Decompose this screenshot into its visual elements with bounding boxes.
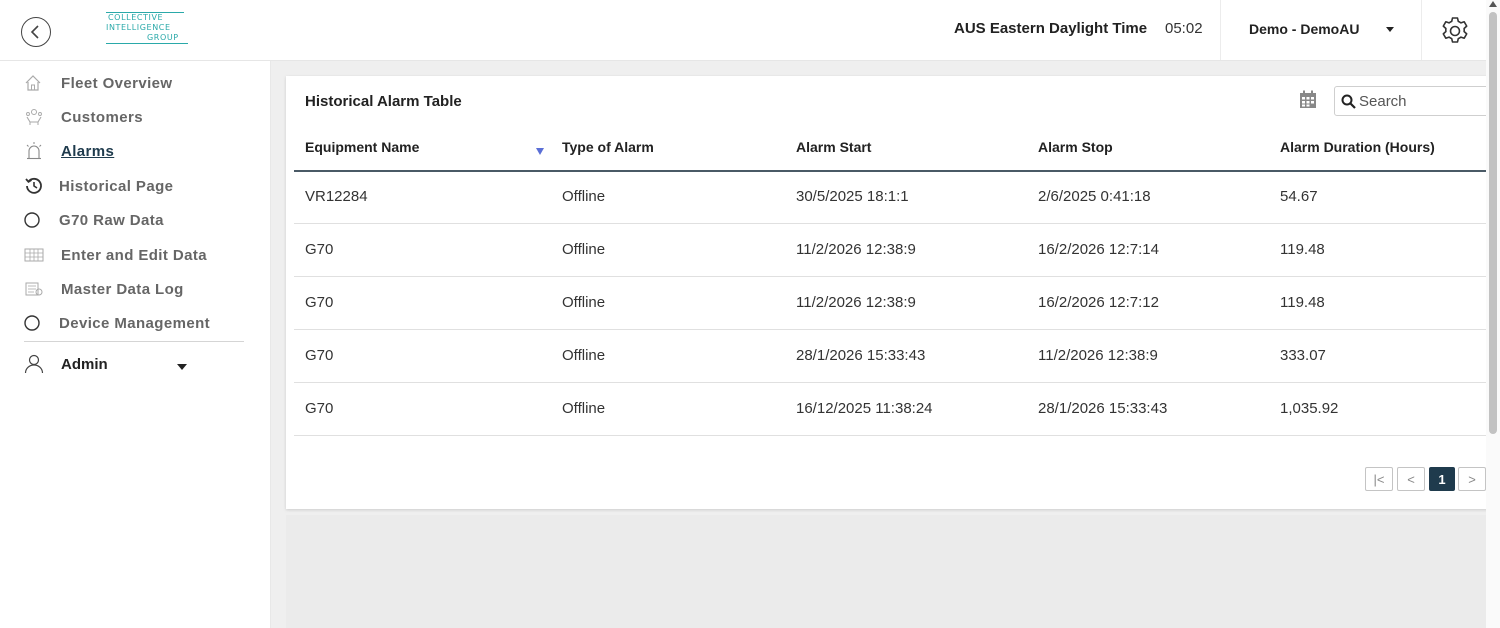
column-header-alarm-duration[interactable]: Alarm Duration (Hours) (1280, 139, 1435, 155)
header-divider (1421, 0, 1422, 60)
home-icon (24, 73, 46, 93)
sidebar-item-label: Master Data Log (61, 280, 184, 298)
cell-equipment-name: G70 (305, 347, 334, 364)
caret-down-icon[interactable] (177, 364, 187, 370)
top-header: COLLECTIVE INTELLIGENCE GROUP AUS Easter… (0, 0, 1500, 61)
cell-alarm-stop: 28/1/2026 15:33:43 (1038, 400, 1168, 417)
gear-icon[interactable] (1439, 15, 1471, 47)
company-logo[interactable]: COLLECTIVE INTELLIGENCE GROUP (106, 12, 190, 52)
sidebar-item-label: G70 Raw Data (59, 211, 164, 229)
calendar-icon[interactable] (1299, 90, 1317, 109)
user-icon (24, 354, 46, 374)
sidebar: Fleet Overview Customers Alarms Historic… (0, 61, 271, 628)
customers-icon (24, 107, 46, 127)
cell-equipment-name: G70 (305, 294, 334, 311)
table-row[interactable]: G70 Offline 11/2/2026 12:38:9 16/2/2026 … (294, 277, 1496, 330)
caret-down-icon[interactable] (1386, 27, 1394, 32)
table-row[interactable]: G70 Offline 16/12/2025 11:38:24 28/1/202… (294, 383, 1496, 436)
cell-alarm-stop: 2/6/2025 0:41:18 (1038, 188, 1151, 205)
cell-alarm-duration: 119.48 (1280, 294, 1325, 311)
column-header-type-of-alarm[interactable]: Type of Alarm (562, 139, 654, 155)
cell-alarm-type: Offline (562, 347, 606, 364)
cell-alarm-stop: 16/2/2026 12:7:14 (1038, 241, 1159, 258)
cell-alarm-type: Offline (562, 188, 606, 205)
chevron-left-icon (30, 25, 39, 39)
scroll-up-icon[interactable] (1489, 1, 1497, 7)
sidebar-item-label: Enter and Edit Data (61, 246, 207, 264)
cell-alarm-duration: 1,035.92 (1280, 400, 1339, 417)
table-row[interactable]: G70 Offline 11/2/2026 12:38:9 16/2/2026 … (294, 224, 1496, 277)
page-scrollbar[interactable] (1486, 0, 1500, 628)
search-icon (1341, 94, 1356, 109)
scrollbar-thumb[interactable] (1489, 12, 1497, 434)
sidebar-item-label: Alarms (61, 142, 115, 160)
cell-alarm-duration: 54.67 (1280, 188, 1318, 205)
next-page-button[interactable]: > (1458, 467, 1486, 491)
cell-alarm-start: 11/2/2026 12:38:9 (796, 294, 916, 311)
back-button[interactable] (21, 17, 51, 47)
cell-alarm-stop: 16/2/2026 12:7:12 (1038, 294, 1159, 311)
cell-equipment-name: G70 (305, 400, 334, 417)
timezone-label: AUS Eastern Daylight Time (954, 20, 1148, 37)
secondary-panel (286, 515, 1496, 628)
circle-icon (24, 313, 46, 333)
current-time: 05:02 (1165, 20, 1203, 37)
logo-line-2: INTELLIGENCE (106, 23, 171, 32)
user-menu[interactable]: Admin (24, 353, 108, 375)
data-log-icon (24, 279, 46, 299)
account-selector[interactable]: Demo - DemoAU (1249, 21, 1359, 37)
cell-alarm-duration: 333.07 (1280, 347, 1326, 364)
table-icon (24, 245, 46, 265)
main-content: Historical Alarm Table Equipment Name Ty… (271, 61, 1500, 628)
sidebar-item-alarms[interactable]: Alarms (24, 140, 114, 162)
cell-alarm-start: 16/12/2025 11:38:24 (796, 400, 933, 417)
cell-alarm-type: Offline (562, 241, 606, 258)
sidebar-item-master-data-log[interactable]: Master Data Log (24, 278, 184, 300)
alarm-table-card: Historical Alarm Table Equipment Name Ty… (286, 76, 1500, 509)
logo-line-1: COLLECTIVE (106, 12, 184, 23)
cell-equipment-name: VR12284 (305, 188, 368, 205)
sidebar-item-device-management[interactable]: Device Management (24, 312, 210, 334)
column-header-alarm-stop[interactable]: Alarm Stop (1038, 139, 1113, 155)
cell-alarm-type: Offline (562, 400, 606, 417)
sidebar-item-g70-raw-data[interactable]: G70 Raw Data (24, 209, 164, 231)
column-header-alarm-start[interactable]: Alarm Start (796, 139, 871, 155)
column-header-equipment-name[interactable]: Equipment Name (305, 139, 419, 155)
previous-page-button[interactable]: < (1397, 467, 1425, 491)
table-title: Historical Alarm Table (305, 93, 462, 110)
first-page-button[interactable]: |< (1365, 467, 1393, 491)
circle-icon (24, 210, 46, 230)
cell-alarm-stop: 11/2/2026 12:38:9 (1038, 347, 1158, 364)
sidebar-item-enter-edit-data[interactable]: Enter and Edit Data (24, 244, 207, 266)
cell-alarm-duration: 119.48 (1280, 241, 1325, 258)
alarm-icon (24, 141, 46, 161)
cell-equipment-name: G70 (305, 241, 334, 258)
sidebar-item-historical-page[interactable]: Historical Page (24, 175, 173, 197)
sidebar-divider (24, 341, 244, 342)
table-row[interactable]: VR12284 Offline 30/5/2025 18:1:1 2/6/202… (294, 171, 1496, 224)
cell-alarm-start: 30/5/2025 18:1:1 (796, 188, 909, 205)
header-divider (1220, 0, 1221, 60)
sort-descending-icon[interactable] (536, 148, 544, 155)
search-field[interactable] (1334, 86, 1500, 116)
user-name: Admin (61, 355, 108, 373)
sidebar-item-label: Device Management (59, 314, 211, 332)
cell-alarm-type: Offline (562, 294, 606, 311)
table-row[interactable]: G70 Offline 28/1/2026 15:33:43 11/2/2026… (294, 330, 1496, 383)
sidebar-item-fleet-overview[interactable]: Fleet Overview (24, 72, 173, 94)
cell-alarm-start: 11/2/2026 12:38:9 (796, 241, 916, 258)
history-icon (24, 176, 46, 196)
sidebar-item-customers[interactable]: Customers (24, 106, 143, 128)
page-1-button[interactable]: 1 (1429, 467, 1455, 491)
sidebar-item-label: Customers (61, 108, 143, 126)
cell-alarm-start: 28/1/2026 15:33:43 (796, 347, 926, 364)
sidebar-item-label: Historical Page (59, 177, 174, 195)
search-input[interactable] (1359, 91, 1499, 111)
sidebar-item-label: Fleet Overview (61, 74, 173, 92)
logo-line-3: GROUP (106, 33, 188, 44)
